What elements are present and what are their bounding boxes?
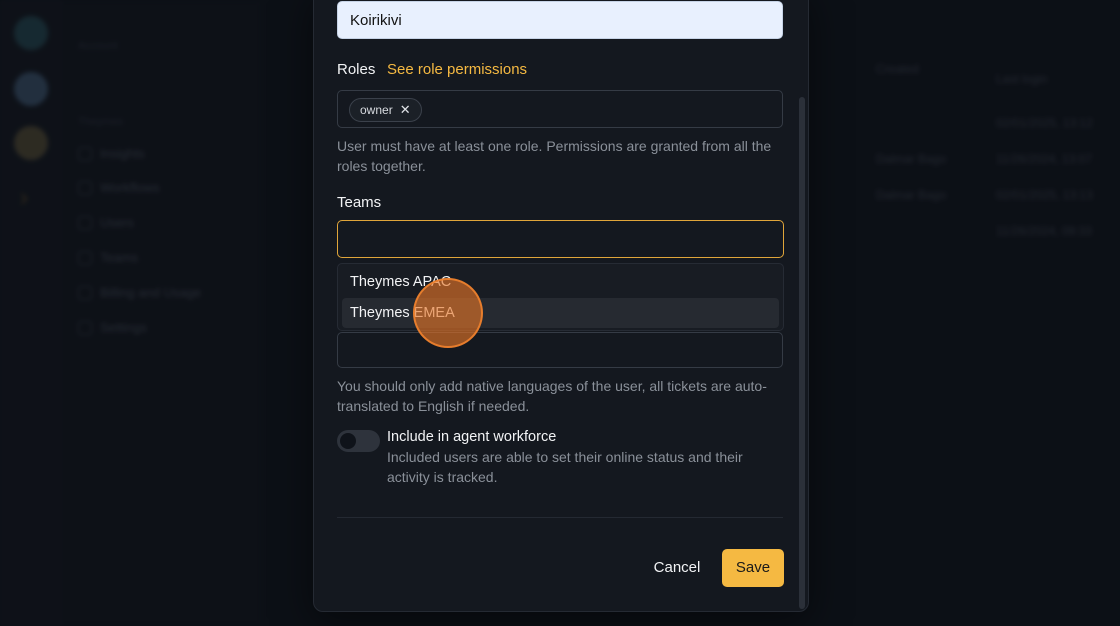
role-chip-label: owner xyxy=(360,103,393,117)
role-chip: owner ✕ xyxy=(349,98,422,122)
roles-help-text: User must have at least one role. Permis… xyxy=(337,138,772,174)
teams-input[interactable] xyxy=(337,220,784,258)
team-option[interactable]: Theymes APAC xyxy=(342,267,779,297)
see-role-permissions-link[interactable]: See role permissions xyxy=(387,61,527,78)
toggle-knob xyxy=(340,433,356,449)
save-button[interactable]: Save xyxy=(722,549,784,587)
languages-help-text: You should only add native languages of … xyxy=(337,378,767,414)
workforce-toggle[interactable] xyxy=(337,430,380,452)
modal-scrollbar[interactable] xyxy=(799,97,805,609)
teams-label: Teams xyxy=(337,194,382,211)
roles-label: Roles xyxy=(337,61,376,78)
footer-divider xyxy=(337,517,783,518)
languages-input[interactable] xyxy=(337,332,783,368)
teams-dropdown: Theymes APAC Theymes EMEA xyxy=(337,263,784,331)
remove-chip-icon[interactable]: ✕ xyxy=(400,102,411,118)
cancel-button[interactable]: Cancel xyxy=(646,549,708,587)
workforce-help-text: Included users are able to set their onl… xyxy=(387,449,743,485)
roles-select[interactable]: owner ✕ xyxy=(337,90,783,128)
team-option[interactable]: Theymes EMEA xyxy=(342,298,779,328)
workforce-title: Include in agent workforce xyxy=(387,429,557,445)
name-input[interactable]: Koirikivi xyxy=(337,1,783,39)
